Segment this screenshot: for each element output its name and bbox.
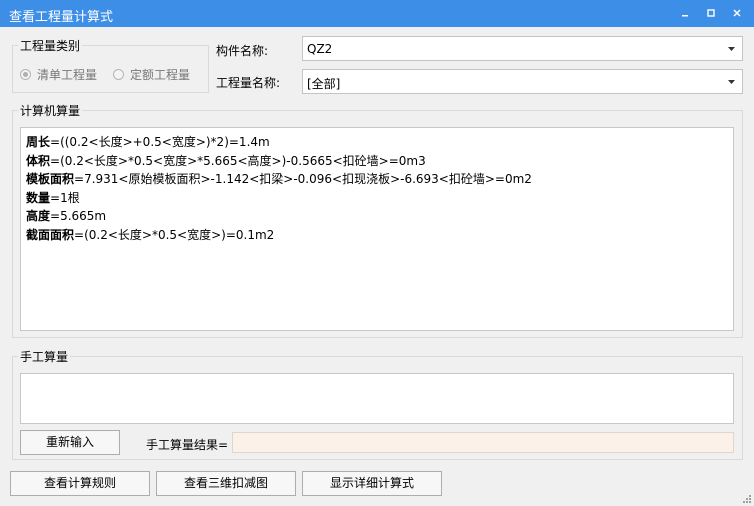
calc-line-formwork-area: 模板面积=7.931<原始模板面积>-1.142<扣梁>-0.096<扣现浇板>… (26, 172, 532, 186)
radio-circle (20, 69, 31, 80)
component-name-value: QZ2 (307, 42, 333, 56)
maximize-icon (707, 9, 715, 17)
manual-calc-label: 手工算量 (18, 348, 71, 365)
computer-calc-textbox[interactable]: 周长=((0.2<长度>+0.5<宽度>)*2)=1.4m 体积=(0.2<长度… (20, 127, 734, 331)
calc-line-perimeter: 周长=((0.2<长度>+0.5<宽度>)*2)=1.4m (26, 135, 270, 149)
window-title: 查看工程量计算式 (9, 10, 114, 25)
chevron-down-icon (728, 80, 735, 84)
calc-line-count: 数量=1根 (26, 190, 80, 205)
resize-grip-icon[interactable] (742, 494, 752, 504)
close-button[interactable] (726, 3, 748, 23)
radio-label: 定额工程量 (130, 68, 191, 82)
component-name-label: 构件名称: (216, 44, 269, 58)
radio-list-quantity[interactable]: 清单工程量 (20, 66, 97, 83)
title-bar: 查看工程量计算式 (0, 0, 754, 27)
show-detail-formula-button[interactable]: 显示详细计算式 (302, 471, 442, 496)
view-3d-deduction-button[interactable]: 查看三维扣减图 (156, 471, 296, 496)
maximize-button[interactable] (700, 3, 722, 23)
reenter-button[interactable]: 重新输入 (20, 430, 120, 455)
computer-calc-label: 计算机算量 (18, 102, 83, 119)
calc-line-section-area: 截面面积=(0.2<长度>*0.5<宽度>)=0.1m2 (26, 227, 275, 242)
radio-norm-quantity[interactable]: 定额工程量 (113, 66, 190, 83)
minimize-button[interactable] (674, 3, 696, 23)
manual-calc-textbox[interactable] (20, 373, 734, 424)
chevron-down-icon (728, 47, 735, 51)
radio-circle (113, 69, 124, 80)
quantity-name-select[interactable]: [全部] (302, 69, 743, 94)
close-icon (733, 9, 741, 17)
minimize-icon (682, 15, 688, 17)
calc-line-volume: 体积=(0.2<长度>*0.5<宽度>*5.665<高度>)-0.5665<扣砼… (26, 153, 426, 168)
manual-result-field (232, 432, 734, 453)
quantity-name-value: [全部] (307, 77, 341, 91)
radio-label: 清单工程量 (37, 68, 98, 82)
quantity-type-label: 工程量类别 (18, 37, 83, 54)
view-calc-rules-button[interactable]: 查看计算规则 (10, 471, 150, 496)
calc-lines: 周长=((0.2<长度>+0.5<宽度>)*2)=1.4m 体积=(0.2<长度… (26, 133, 532, 244)
quantity-name-label: 工程量名称: (216, 76, 281, 90)
manual-result-label: 手工算量结果= (146, 438, 229, 452)
component-name-select[interactable]: QZ2 (302, 36, 743, 61)
calc-line-height: 高度=5.665m (26, 209, 107, 223)
